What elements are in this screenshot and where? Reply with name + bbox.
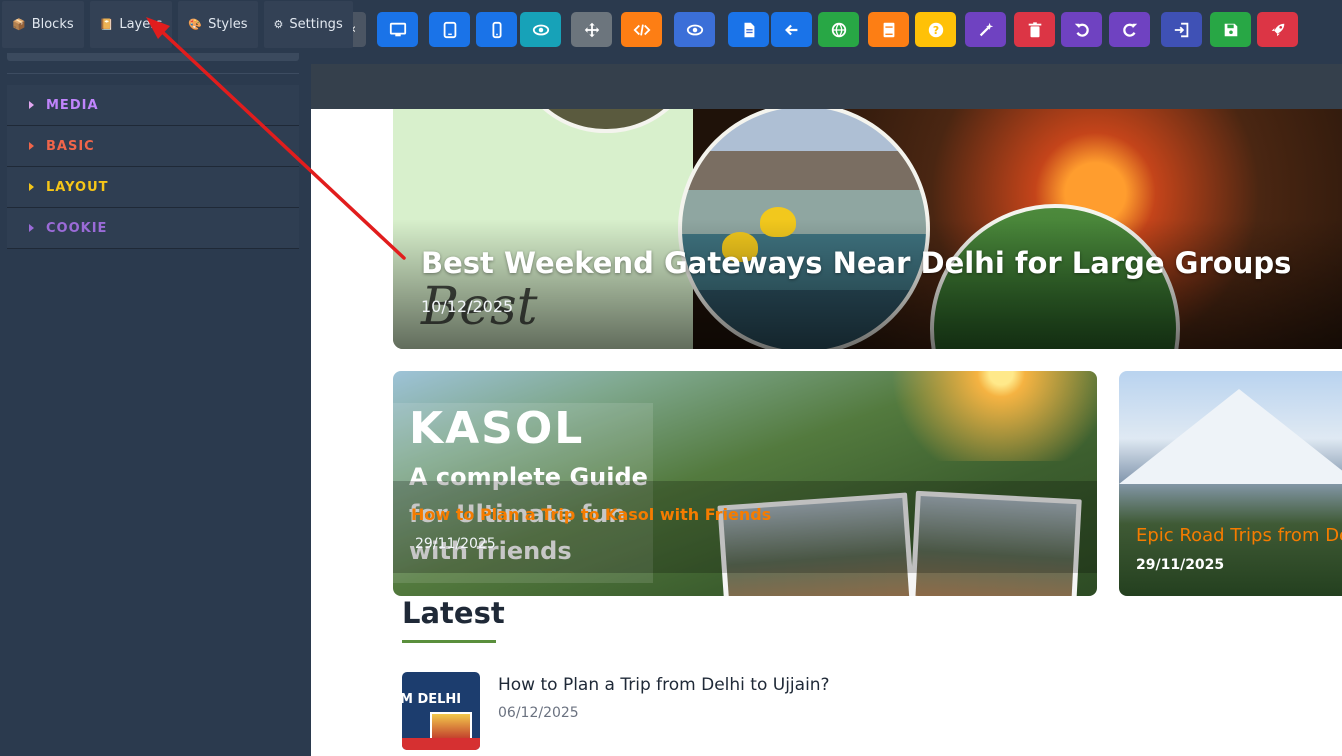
desktop-view-button[interactable] [377, 12, 418, 47]
import-button[interactable] [1161, 12, 1202, 47]
caret-right-icon [29, 101, 34, 109]
card-image-sunset [823, 371, 1097, 461]
post-date: 06/12/2025 [498, 705, 579, 721]
caret-right-icon [29, 183, 34, 191]
hero-title[interactable]: Best Weekend Gateways Near Delhi for Lar… [421, 246, 1291, 280]
divider [7, 73, 299, 74]
latest-heading: Latest [402, 596, 505, 630]
post-thumbnail[interactable]: M DELHI [402, 672, 480, 750]
card-title[interactable]: Epic Road Trips from Delhi [1136, 525, 1342, 546]
code-icon [633, 23, 650, 36]
category-label: LAYOUT [46, 179, 109, 195]
heading-underline [402, 640, 496, 643]
category-label: MEDIA [46, 97, 99, 113]
card-date: 29/11/2025 [415, 536, 496, 552]
book-button[interactable] [868, 12, 909, 47]
tab-settings[interactable]: ⚙ Settings [263, 1, 353, 48]
panel-tabs: 📦 Blocks 📔 Layers 🎨 Styles ⚙ Settings [0, 0, 353, 50]
post-title[interactable]: How to Plan a Trip from Delhi to Ujjain? [498, 675, 830, 695]
undo-icon [1074, 23, 1089, 37]
list-item[interactable]: M DELHI How to Plan a Trip from Delhi to… [402, 672, 902, 752]
back-button[interactable] [771, 12, 812, 47]
page-builder: 📦 Blocks 📔 Layers 🎨 Styles ⚙ Settings ME… [0, 0, 1342, 756]
save-button[interactable] [1210, 12, 1251, 47]
kasol-overlay-title: KASOL [409, 403, 585, 454]
tab-label: Settings [289, 17, 343, 32]
category-cookie[interactable]: COOKIE [7, 208, 299, 249]
thumb-band [402, 738, 480, 750]
desktop-icon [389, 22, 406, 36]
tablet-icon [443, 21, 456, 38]
card-title[interactable]: How to Plan a Trip to Kasol with Friends [411, 505, 771, 524]
thumb-text: M DELHI [402, 692, 462, 707]
svg-text:?: ? [932, 24, 938, 37]
card-date: 29/11/2025 [1136, 557, 1225, 573]
preview-button[interactable] [520, 12, 561, 47]
gear-icon: ⚙ [273, 18, 284, 31]
editor-canvas[interactable]: Best Best Weekend Gateways Near Delhi fo… [311, 64, 1342, 756]
trash-icon [1028, 21, 1041, 37]
canvas-header-bar [311, 64, 1342, 109]
category-label: COOKIE [46, 220, 108, 236]
rocket-icon [1271, 23, 1284, 36]
sidebar: 📦 Blocks 📔 Layers 🎨 Styles ⚙ Settings ME… [0, 0, 353, 756]
palette-icon: 🎨 [188, 18, 203, 31]
move-icon [584, 22, 599, 37]
panel-search-strip [7, 53, 299, 61]
category-basic[interactable]: BASIC [7, 126, 299, 167]
eye-icon [532, 24, 549, 35]
redo-icon [1122, 23, 1137, 37]
featured-post-hero[interactable]: Best Best Weekend Gateways Near Delhi fo… [393, 109, 1342, 349]
caret-right-icon [29, 142, 34, 150]
tab-blocks[interactable]: 📦 Blocks [2, 1, 84, 48]
editor-toolbar: ‹ ? [311, 0, 1342, 64]
tab-styles[interactable]: 🎨 Styles [178, 1, 258, 48]
file-icon [744, 22, 754, 37]
box-icon: 📦 [12, 18, 26, 31]
move-button[interactable] [571, 12, 612, 47]
view-components-button[interactable] [674, 12, 715, 47]
category-label: BASIC [46, 138, 95, 154]
delete-button[interactable] [1014, 12, 1055, 47]
arrow-left-icon [784, 24, 797, 35]
caret-right-icon [29, 224, 34, 232]
hero-date: 10/12/2025 [421, 297, 514, 316]
save-icon [1224, 23, 1237, 36]
tablet-view-button[interactable] [429, 12, 470, 47]
page-button[interactable] [728, 12, 769, 47]
post-card-road-trips[interactable]: Epic Road Trips from Delhi 29/11/2025 [1119, 371, 1342, 596]
tab-layers[interactable]: 📔 Layers [89, 1, 173, 48]
magic-wand-icon [979, 22, 993, 36]
category-media[interactable]: MEDIA [7, 85, 299, 126]
globe-button[interactable] [818, 12, 859, 47]
question-icon: ? [928, 22, 943, 37]
code-button[interactable] [621, 12, 662, 47]
mobile-icon [492, 21, 501, 38]
card-shade [393, 481, 1097, 573]
undo-button[interactable] [1061, 12, 1102, 47]
post-card-kasol[interactable]: KASOL A complete Guide for Ultimate fun … [393, 371, 1097, 596]
category-layout[interactable]: LAYOUT [7, 167, 299, 208]
tab-label: Blocks [31, 17, 74, 32]
block-categories: MEDIA BASIC LAYOUT COOKIE [7, 85, 299, 249]
tab-label: Layers [119, 17, 163, 32]
mobile-view-button[interactable] [476, 12, 517, 47]
eye-icon [686, 24, 703, 35]
import-icon [1174, 22, 1188, 37]
book-icon [883, 22, 894, 37]
redo-button[interactable] [1109, 12, 1150, 47]
tab-label: Styles [208, 17, 248, 32]
help-button[interactable]: ? [915, 12, 956, 47]
card-image-mountain [1119, 389, 1342, 484]
magic-button[interactable] [965, 12, 1006, 47]
globe-icon [831, 22, 846, 37]
publish-button[interactable] [1257, 12, 1298, 47]
layers-icon: 📔 [99, 18, 114, 31]
